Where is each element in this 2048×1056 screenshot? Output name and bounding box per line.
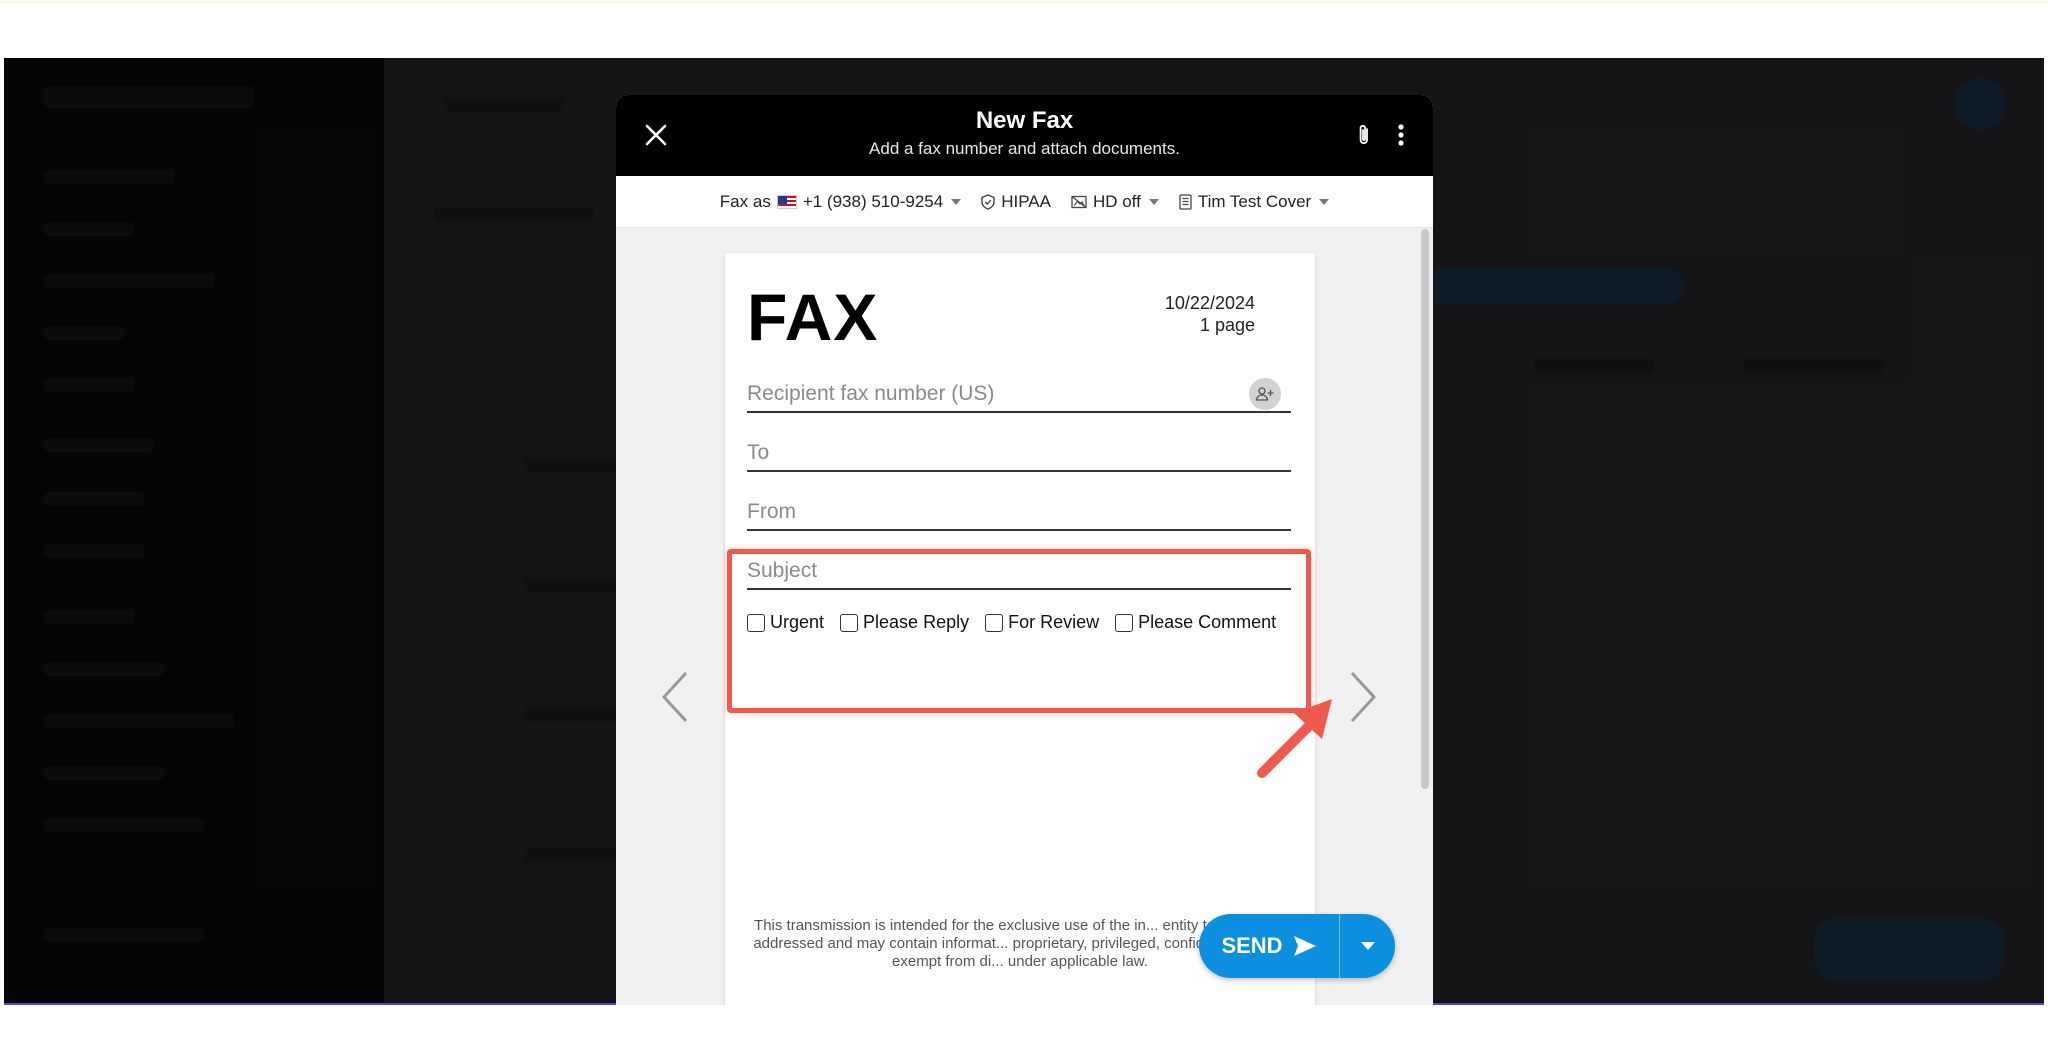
document-icon (1179, 193, 1192, 210)
modal-title: New Fax (975, 107, 1074, 134)
send-label: SEND (1221, 933, 1283, 958)
add-contact-button[interactable] (1249, 378, 1281, 410)
cover-page-selector[interactable]: Tim Test Cover (1179, 191, 1330, 212)
shield-icon (981, 193, 995, 210)
annotation-highlight-box (727, 549, 1311, 713)
more-vertical-icon (1398, 124, 1404, 146)
fax-options-toolbar: Fax as +1 (938) 510-9254 HIPAA HD off Ti… (616, 176, 1433, 228)
hd-label: HD off (1092, 191, 1141, 211)
fax-number: +1 (938) 510-9254 (802, 191, 944, 211)
send-button-group: SEND (1199, 914, 1395, 978)
annotation-arrow-icon (1257, 699, 1332, 778)
attach-button[interactable] (1348, 117, 1380, 153)
fax-cover-page: FAX 10/22/2024 1 page Urgent Please Repl… (725, 253, 1315, 1005)
previous-page-button[interactable] (656, 667, 692, 727)
from-field[interactable] (747, 495, 1291, 531)
modal-header: New Fax Add a fax number and attach docu… (616, 95, 1433, 176)
fax-as-selector[interactable]: Fax as +1 (938) 510-9254 (719, 191, 962, 212)
to-field[interactable] (747, 436, 1291, 472)
hipaa-label: HIPAA (1001, 191, 1051, 211)
paperclip-icon (1359, 124, 1368, 145)
cover-label: Tim Test Cover (1197, 191, 1312, 211)
add-contact-icon (1255, 387, 1274, 401)
chevron-down-icon (951, 198, 962, 205)
send-options-button[interactable] (1339, 914, 1395, 978)
image-icon (1071, 195, 1087, 208)
new-fax-modal: New Fax Add a fax number and attach docu… (616, 95, 1433, 1005)
chevron-down-icon (1319, 198, 1330, 205)
fax-heading: FAX (747, 280, 879, 354)
chevron-down-icon (1148, 198, 1159, 205)
chevron-down-icon (1360, 942, 1375, 950)
hipaa-toggle[interactable]: HIPAA (981, 192, 1051, 212)
recipient-fax-input[interactable] (747, 377, 1291, 413)
modal-subtitle: Add a fax number and attach documents. (869, 139, 1180, 158)
chevron-left-icon (661, 671, 688, 723)
more-options-button[interactable] (1386, 117, 1416, 153)
fax-as-label: Fax as (719, 191, 771, 211)
send-icon (1293, 936, 1316, 956)
fax-date: 10/22/2024 (1164, 293, 1255, 313)
modal-scrollbar[interactable] (1421, 229, 1429, 789)
send-button[interactable]: SEND (1199, 914, 1339, 978)
page-count: 1 page (1199, 315, 1255, 335)
us-flag-icon (776, 194, 797, 209)
top-strip (0, 0, 2048, 4)
hd-selector[interactable]: HD off (1071, 192, 1159, 212)
